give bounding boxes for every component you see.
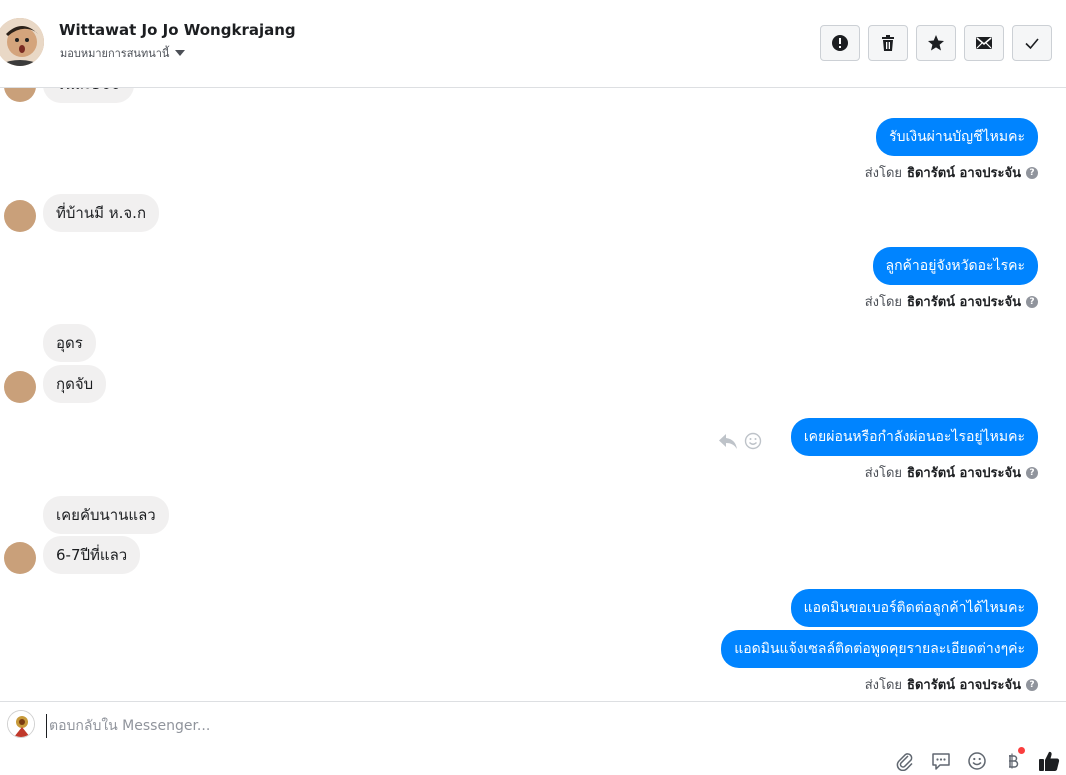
mark-done-button[interactable] [1012, 25, 1052, 61]
like-icon [1039, 751, 1060, 771]
sender-name[interactable]: ธิดารัตน์ อาจประจัน [907, 462, 1021, 483]
sent-by-label: ส่งโดย ธิดารัตน์ อาจประจัน ? [865, 674, 1038, 695]
reply-input[interactable] [46, 714, 1006, 738]
message-incoming[interactable]: กุดจับ [43, 365, 107, 403]
help-icon[interactable]: ? [1026, 466, 1038, 479]
sender-name[interactable]: ธิดารัตน์ อาจประจัน [907, 291, 1021, 312]
message-outgoing[interactable]: ลูกค้าอยู่จังหวัดอะไรคะ [872, 247, 1038, 285]
message-outgoing[interactable]: เคยผ่อนหรือกำลังผ่อนอะไรอยู่ไหมคะ [790, 418, 1038, 456]
message-incoming[interactable]: อุดร [43, 324, 96, 362]
message-outgoing[interactable]: รับเงินผ่านบัญชีไหมคะ [876, 118, 1038, 156]
emoji-button[interactable] [965, 749, 989, 773]
delete-button[interactable] [868, 25, 908, 61]
assign-label: มอบหมายการสนทนานี้ [60, 47, 170, 60]
message-incoming[interactable]: 6-7ปีที่แลว [43, 536, 141, 574]
sent-by-label: ส่งโดย ธิดารัตน์ อาจประจัน ? [865, 162, 1038, 183]
contact-avatar-small [4, 88, 36, 102]
reply-composer [0, 701, 1066, 775]
sender-name[interactable]: ธิดารัตน์ อาจประจัน [907, 674, 1021, 695]
page-avatar [7, 710, 35, 738]
emoji-icon [968, 752, 986, 770]
contact-avatar-small[interactable] [4, 200, 36, 232]
attachment-icon [896, 753, 913, 771]
quick-reply-icon [932, 753, 950, 770]
contact-name[interactable]: Wittawat Jo Jo Wongkrajang [59, 21, 296, 39]
payments-button[interactable] [1001, 747, 1025, 773]
message-incoming[interactable]: เคยคับนานแลว [43, 496, 169, 534]
message-incoming[interactable]: วันละ500 [43, 88, 134, 103]
trash-icon [882, 35, 894, 51]
mark-spam-button[interactable] [820, 25, 860, 61]
star-icon [928, 35, 944, 51]
sent-by-label: ส่งโดย ธิดารัตน์ อาจประจัน ? [865, 291, 1038, 312]
star-button[interactable] [916, 25, 956, 61]
spam-icon [832, 35, 848, 51]
emoji-react-icon[interactable] [744, 432, 762, 450]
help-icon[interactable]: ? [1026, 678, 1038, 691]
conversation-header: Wittawat Jo Jo Wongkrajang มอบหมายการสนท… [0, 0, 1066, 88]
message-actions [718, 432, 762, 450]
attachment-button[interactable] [893, 749, 917, 773]
saved-replies-button[interactable] [929, 749, 953, 773]
contact-avatar-small[interactable] [4, 542, 36, 574]
message-outgoing[interactable]: แอดมินแจ้งเซลล์ติดต่อพูดคุยรายละเอียดต่า… [721, 630, 1038, 668]
sender-name[interactable]: ธิดารัตน์ อาจประจัน [907, 162, 1021, 183]
reply-icon[interactable] [718, 432, 738, 450]
message-incoming[interactable]: ที่บ้านมี ห.จ.ก [43, 194, 160, 232]
baht-icon [1009, 753, 1019, 769]
send-like-button[interactable] [1036, 749, 1062, 773]
help-icon[interactable]: ? [1026, 295, 1038, 308]
mark-unread-button[interactable] [964, 25, 1004, 61]
notification-dot [1018, 747, 1025, 754]
message-thread: วันละ500 รับเงินผ่านบัญชีไหมคะ ส่งโดย ธิ… [0, 88, 1066, 701]
contact-avatar-small[interactable] [4, 371, 36, 403]
assign-conversation-dropdown[interactable]: มอบหมายการสนทนานี้ [60, 44, 186, 62]
chevron-down-icon [175, 50, 186, 56]
sent-by-label: ส่งโดย ธิดารัตน์ อาจประจัน ? [865, 462, 1038, 483]
contact-avatar[interactable] [0, 18, 44, 66]
help-icon[interactable]: ? [1026, 166, 1038, 179]
envelope-icon [976, 37, 992, 49]
message-outgoing[interactable]: แอดมินขอเบอร์ติดต่อลูกค้าได้ไหมคะ [790, 589, 1038, 627]
check-icon [1025, 38, 1039, 50]
